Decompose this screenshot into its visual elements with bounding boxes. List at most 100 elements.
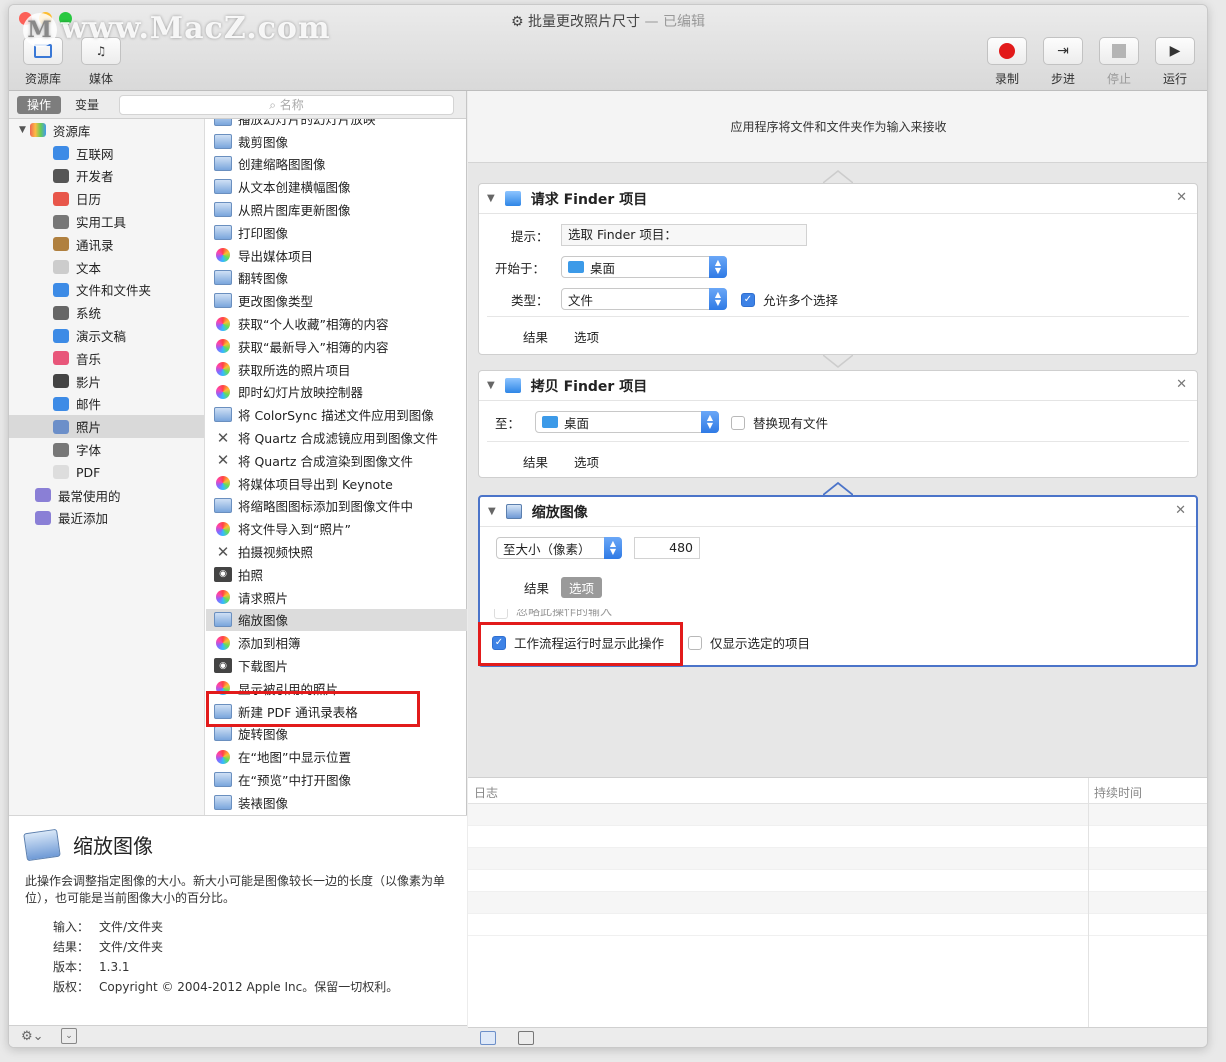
destination-popup[interactable]: 桌面 ▲ ▼ [535,411,719,433]
action-item[interactable]: 从照片图库更新图像 [206,198,467,221]
size-field[interactable]: 480 [634,537,700,559]
action-item[interactable]: 即时幻灯片放映控制器 [206,381,467,404]
log-row [468,826,1207,848]
search-input[interactable]: ⌕ 名称 [119,95,454,115]
tree-item-category[interactable]: 邮件 [9,393,204,416]
checkbox-box [688,635,702,650]
action-item[interactable]: 导出媒体项目 [206,244,467,267]
replace-existing-checkbox[interactable]: 替换现有文件 [731,413,828,432]
tab-variables[interactable]: 变量 [65,96,109,114]
duration-column-header[interactable]: 持续时间 [1094,784,1142,801]
action-item[interactable]: ✕ 将 Quartz 合成渲染到图像文件 [206,449,467,472]
type-popup[interactable]: 文件 ▲ ▼ [561,288,727,310]
photos-icon [216,635,230,650]
log-column-header[interactable]: 日志 [474,784,498,801]
show-selected-only-checkbox[interactable]: 仅显示选定的项目 [688,633,810,652]
results-button[interactable]: 结果 [515,326,556,347]
close-icon[interactable]: ✕ [1176,190,1187,205]
toggle-description-icon[interactable]: ⌄ [61,1028,77,1044]
options-button[interactable]: 选项 [566,326,607,347]
options-button[interactable]: 选项 [566,451,607,472]
split-view-icon[interactable] [518,1031,534,1045]
action-item[interactable]: 获取“最新导入”相簿的内容 [206,335,467,358]
action-item[interactable]: 播放幻灯片的幻灯片放映 [206,119,467,130]
tree-item-category[interactable]: 通讯录 [9,233,204,256]
action-item[interactable]: 缩放图像 [206,608,467,632]
workflow-icon: ⚙ [511,14,529,30]
action-item[interactable]: ✕ 拍摄视频快照 [206,540,467,563]
action-item[interactable]: ✕ 将 Quartz 合成滤镜应用到图像文件 [206,426,467,449]
tree-item-category[interactable]: PDF [9,461,204,484]
finder-icon [504,191,521,206]
tree-item-category[interactable]: 演示文稿 [9,324,204,347]
highlight-box-action [206,691,420,727]
tree-item-category[interactable]: 音乐 [9,347,204,370]
tab-actions[interactable]: 操作 [17,96,61,114]
category-icon [53,419,69,434]
action-item[interactable]: 将 ColorSync 描述文件应用到图像 [206,403,467,426]
record-button[interactable]: 录制 [985,37,1029,87]
tree-item-category[interactable]: 文件和文件夹 [9,279,204,302]
workflow-footer [468,1027,1207,1047]
step-button[interactable]: ⇥ 步进 [1041,37,1085,87]
action-item[interactable]: 获取所选的照片项目 [206,358,467,381]
folder-icon [542,416,558,428]
tree-item-category[interactable]: 实用工具 [9,210,204,233]
action-item[interactable]: 请求照片 [206,586,467,609]
collapse-triangle-icon[interactable]: ▼ [487,193,495,204]
image-icon [214,794,232,810]
action-item[interactable]: 从文本创建横幅图像 [206,175,467,198]
scale-image-icon [505,504,522,519]
run-button[interactable]: ▶ 运行 [1153,37,1197,87]
category-icon [53,191,69,206]
collapse-triangle-icon[interactable]: ▼ [487,380,495,391]
camera-icon: ◉ [214,566,232,582]
action-item[interactable]: ◉ 下载图片 [206,654,467,677]
category-icon [53,374,69,389]
scale-mode-popup[interactable]: 至大小（像素） ▲ ▼ [496,537,622,559]
results-button[interactable]: 结果 [516,577,557,598]
meta-key: 版本： [53,960,90,974]
tree-item-category[interactable]: 系统 [9,301,204,324]
action-item[interactable]: 翻转图像 [206,267,467,290]
results-button[interactable]: 结果 [515,451,556,472]
action-item[interactable]: 裁剪图像 [206,130,467,153]
prompt-field[interactable]: 选取 Finder 项目： [561,224,807,246]
action-item[interactable]: ◉ 拍照 [206,563,467,586]
allow-multiple-checkbox[interactable]: ✓ 允许多个选择 [741,290,838,309]
action-item[interactable]: 获取“个人收藏”相簿的内容 [206,312,467,335]
tree-item-category[interactable]: 开发者 [9,165,204,188]
category-icon [53,168,69,183]
tree-item-smart-group[interactable]: 最近添加 [9,507,204,530]
tree-item-category[interactable]: 字体 [9,438,204,461]
tree-item-category[interactable]: 影片 [9,370,204,393]
stop-button[interactable]: 停止 [1097,37,1141,87]
ignore-input-checkbox[interactable]: 忽略此操作的输入 [494,609,612,619]
tree-item-category[interactable]: 照片 [9,415,204,439]
action-item[interactable]: 更改图像类型 [206,289,467,312]
tree-item-category[interactable]: 文本 [9,256,204,279]
action-item[interactable]: 将缩略图图标添加到图像文件中 [206,495,467,518]
finder-icon [504,378,521,393]
close-icon[interactable]: ✕ [1176,377,1187,392]
photos-icon [216,476,230,491]
gear-menu-icon[interactable]: ⚙⌄ [21,1029,44,1044]
action-item[interactable]: 装裱图像 [206,791,467,814]
action-item[interactable]: 将文件导入到“照片” [206,517,467,540]
tree-item-category[interactable]: 日历 [9,187,204,210]
close-icon[interactable]: ✕ [1175,503,1186,518]
tree-item-smart-group[interactable]: 最常使用的 [9,484,204,507]
tree-item-category[interactable]: 互联网 [9,142,204,165]
disclosure-triangle-icon: ▼ [19,125,26,136]
tree-item-library[interactable]: ▼ 资源库 [9,119,204,142]
action-item[interactable]: 打印图像 [206,221,467,244]
start-at-popup[interactable]: 桌面 ▲ ▼ [561,256,727,278]
action-item[interactable]: 在“预览”中打开图像 [206,768,467,791]
collapse-triangle-icon[interactable]: ▼ [488,506,496,517]
action-item[interactable]: 将媒体项目导出到 Keynote [206,472,467,495]
action-item[interactable]: 创建缩略图图像 [206,153,467,176]
options-button[interactable]: 选项 [561,577,603,598]
action-item[interactable]: 在“地图”中显示位置 [206,745,467,768]
action-item[interactable]: 添加到相簿 [206,631,467,654]
list-view-icon[interactable] [480,1031,496,1045]
